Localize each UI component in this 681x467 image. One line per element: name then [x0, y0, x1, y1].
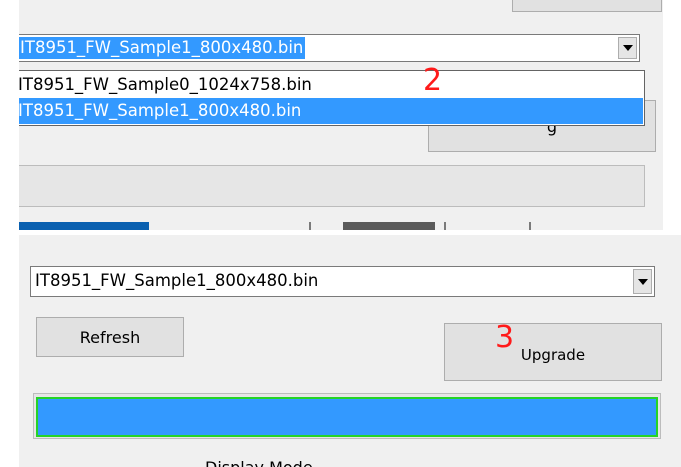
progress-frame: [33, 393, 661, 439]
firmware-dropdown-list: IT8951_FW_Sample0_1024x758.bin IT8951_FW…: [19, 70, 645, 126]
dropdown-item-sample1[interactable]: IT8951_FW_Sample1_800x480.bin: [19, 98, 643, 124]
chevron-down-icon: [622, 45, 633, 51]
chevron-down-icon: [637, 278, 648, 285]
upgrade-button[interactable]: Upgrade: [444, 323, 662, 381]
firmware-combo-bottom-value: IT8951_FW_Sample1_800x480.bin: [35, 271, 319, 290]
top-divider-2: [444, 222, 446, 230]
display-mode-label: Display Mode: [205, 458, 313, 467]
partial-top-button[interactable]: [512, 0, 662, 12]
refresh-button-label: Refresh: [79, 327, 141, 347]
upgrade-button-label: Upgrade: [520, 346, 586, 364]
upgrade-progress-bar: [36, 397, 658, 437]
firmware-combo-bottom[interactable]: IT8951_FW_Sample1_800x480.bin: [30, 266, 655, 297]
refresh-button[interactable]: Refresh: [36, 317, 184, 357]
dropdown-item-sample0[interactable]: IT8951_FW_Sample0_1024x758.bin: [19, 72, 643, 98]
step-annotation-2: 2: [423, 63, 443, 98]
firmware-combo[interactable]: IT8951_FW_Sample1_800x480.bin: [19, 34, 640, 62]
bottom-panel: IT8951_FW_Sample1_800x480.bin Refresh Up…: [19, 235, 681, 467]
combo-dropdown-button-bottom[interactable]: [633, 269, 652, 294]
top-progress-frame: [19, 165, 645, 207]
combo-dropdown-button[interactable]: [618, 37, 637, 59]
top-dark-strip: [343, 222, 435, 230]
top-blue-strip: [19, 222, 149, 230]
top-divider-3: [529, 222, 531, 230]
top-divider-1: [309, 222, 311, 230]
step-annotation-3: 3: [495, 320, 515, 355]
top-panel: IT8951_FW_Sample1_800x480.bin g IT8951_F…: [19, 0, 663, 230]
firmware-combo-value: IT8951_FW_Sample1_800x480.bin: [19, 37, 306, 59]
